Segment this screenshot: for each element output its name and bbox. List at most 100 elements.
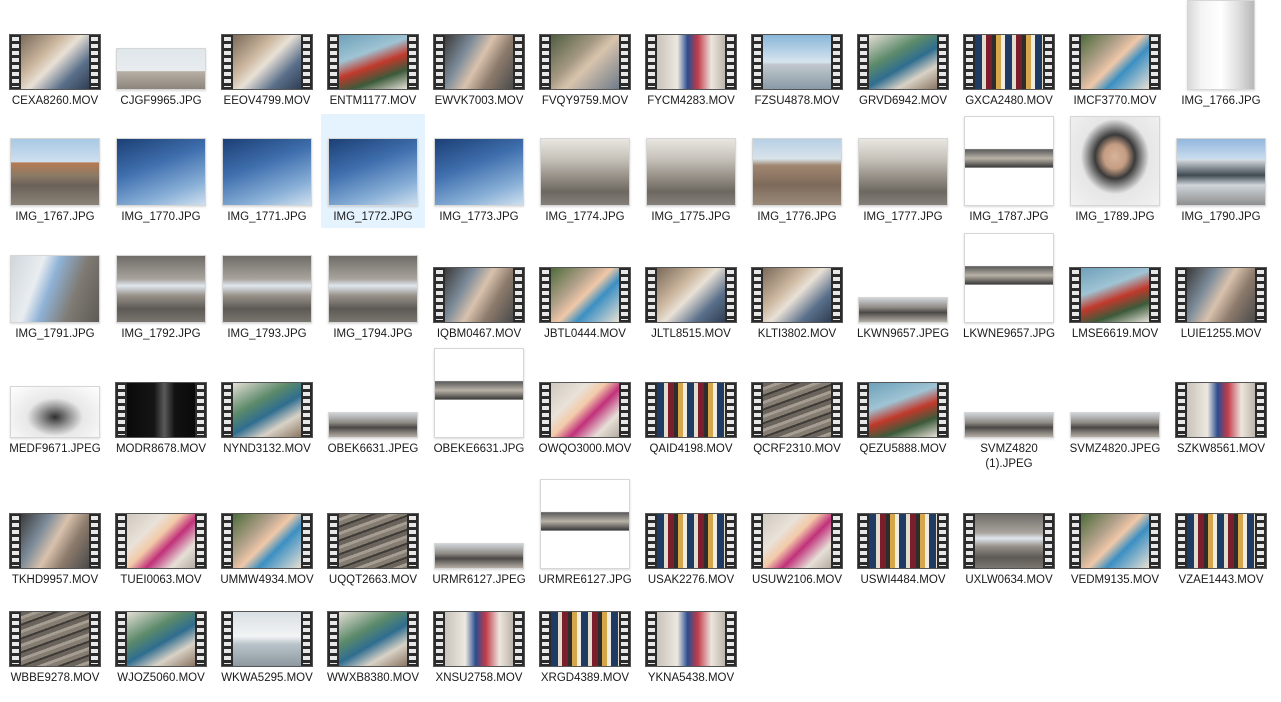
file-item-ummw4934-mov[interactable]: UMMW4934.MOV: [215, 478, 319, 602]
file-item-modr8678-mov[interactable]: MODR8678.MOV: [109, 347, 213, 472]
thumbnail-image: [869, 35, 937, 89]
file-item-img-1793-jpg[interactable]: IMG_1793.JPG: [215, 231, 319, 345]
file-item-img-1771-jpg[interactable]: IMG_1771.JPG: [215, 114, 319, 228]
file-item-medf9671-jpeg[interactable]: MEDF9671.JPEG: [3, 347, 107, 472]
file-item-img-1773-jpg[interactable]: IMG_1773.JPG: [427, 114, 531, 228]
video-thumbnail-icon: [327, 611, 419, 667]
file-item-tkhd9957-mov[interactable]: TKHD9957.MOV: [3, 478, 107, 602]
thumbnail-area: [851, 478, 955, 569]
file-item-ykna5438-mov[interactable]: YKNA5438.MOV: [639, 604, 743, 690]
file-item-cexa8260-mov[interactable]: CEXA8260.MOV: [3, 0, 107, 112]
image-thumbnail-icon: [116, 255, 206, 323]
file-item-img-1794-jpg[interactable]: IMG_1794.JPG: [321, 231, 425, 345]
file-item-jbtl0444-mov[interactable]: JBTL0444.MOV: [533, 231, 637, 345]
file-item-wkwa5295-mov[interactable]: WKWA5295.MOV: [215, 604, 319, 690]
file-item-vzae1443-mov[interactable]: VZAE1443.MOV: [1169, 478, 1273, 602]
file-item-ewvk7003-mov[interactable]: EWVK7003.MOV: [427, 0, 531, 112]
file-name-label: VEDM9135.MOV: [1070, 574, 1160, 586]
file-item-eeov4799-mov[interactable]: EEOV4799.MOV: [215, 0, 319, 112]
file-item-owqo3000-mov[interactable]: OWQO3000.MOV: [533, 347, 637, 472]
thumbnail-image: [435, 139, 523, 205]
image-thumbnail-icon: [1187, 0, 1255, 90]
file-item-klti3802-mov[interactable]: KLTI3802.MOV: [745, 231, 849, 345]
file-item-qcrf2310-mov[interactable]: QCRF2310.MOV: [745, 347, 849, 472]
thumbnail-image: [1081, 35, 1149, 89]
file-item-img-1777-jpg[interactable]: IMG_1777.JPG: [851, 114, 955, 228]
video-thumbnail-icon: [857, 382, 949, 438]
file-item-usak2276-mov[interactable]: USAK2276.MOV: [639, 478, 743, 602]
file-item-grvd6942-mov[interactable]: GRVD6942.MOV: [851, 0, 955, 112]
video-thumbnail-icon: [115, 382, 207, 438]
file-item-uxlw0634-mov[interactable]: UXLW0634.MOV: [957, 478, 1061, 602]
thumbnail-image: [657, 514, 725, 568]
file-item-img-1776-jpg[interactable]: IMG_1776.JPG: [745, 114, 849, 228]
file-name-label: IMG_1790.JPG: [1181, 211, 1261, 223]
file-item-usuw2106-mov[interactable]: USUW2106.MOV: [745, 478, 849, 602]
image-thumbnail-icon: [964, 412, 1054, 438]
file-item-img-1772-jpg[interactable]: IMG_1772.JPG: [321, 114, 425, 228]
video-thumbnail-icon: [327, 34, 419, 90]
file-item-img-1775-jpg[interactable]: IMG_1775.JPG: [639, 114, 743, 228]
thumbnail-area: [1169, 114, 1273, 206]
image-thumbnail-icon: [328, 138, 418, 206]
file-item-xrgd4389-mov[interactable]: XRGD4389.MOV: [533, 604, 637, 690]
file-item-img-1791-jpg[interactable]: IMG_1791.JPG: [3, 231, 107, 345]
file-item-fzsu4878-mov[interactable]: FZSU4878.MOV: [745, 0, 849, 112]
file-item-vedm9135-mov[interactable]: VEDM9135.MOV: [1063, 478, 1167, 602]
thumbnail-image: [435, 544, 523, 568]
file-item-szkw8561-mov[interactable]: SZKW8561.MOV: [1169, 347, 1273, 472]
thumbnail-area: [745, 478, 849, 569]
file-item-uqqt2663-mov[interactable]: UQQT2663.MOV: [321, 478, 425, 602]
file-item-lmse6619-mov[interactable]: LMSE6619.MOV: [1063, 231, 1167, 345]
file-item-svmz4820-1-jpeg[interactable]: SVMZ4820 (1).JPEG: [957, 347, 1061, 472]
file-name-label: OBEKE6631.JPG: [433, 443, 525, 455]
file-item-img-1767-jpg[interactable]: IMG_1767.JPG: [3, 114, 107, 228]
file-item-imcf3770-mov[interactable]: IMCF3770.MOV: [1063, 0, 1167, 112]
thumbnail-area: [639, 231, 743, 323]
file-item-obeke6631-jpg[interactable]: OBEKE6631.JPG: [427, 347, 531, 472]
file-item-img-1787-jpg[interactable]: IMG_1787.JPG: [957, 114, 1061, 228]
file-item-jltl8515-mov[interactable]: JLTL8515.MOV: [639, 231, 743, 345]
file-item-wwxb8380-mov[interactable]: WWXB8380.MOV: [321, 604, 425, 690]
file-item-wjoz5060-mov[interactable]: WJOZ5060.MOV: [109, 604, 213, 690]
file-item-img-1770-jpg[interactable]: IMG_1770.JPG: [109, 114, 213, 228]
file-grid: CEXA8260.MOV CJGF9965.JPG EEOV4799.MOV ENTM…: [0, 0, 1281, 702]
file-item-svmz4820-jpeg[interactable]: SVMZ4820.JPEG: [1063, 347, 1167, 472]
file-name-label: IMG_1775.JPG: [651, 211, 731, 223]
thumbnail-image: [329, 413, 417, 437]
file-item-tuei0063-mov[interactable]: TUEI0063.MOV: [109, 478, 213, 602]
file-item-nynd3132-mov[interactable]: NYND3132.MOV: [215, 347, 319, 472]
file-item-iqbm0467-mov[interactable]: IQBM0467.MOV: [427, 231, 531, 345]
file-item-urmre6127-jpg[interactable]: URMRE6127.JPG: [533, 478, 637, 602]
file-item-lkwne9657-jpg[interactable]: LKWNE9657.JPG: [957, 231, 1061, 345]
thumbnail-area: [1063, 0, 1167, 90]
file-item-fvqy9759-mov[interactable]: FVQY9759.MOV: [533, 0, 637, 112]
file-item-xnsu2758-mov[interactable]: XNSU2758.MOV: [427, 604, 531, 690]
video-thumbnail-icon: [963, 34, 1055, 90]
file-item-wbbe9278-mov[interactable]: WBBE9278.MOV: [3, 604, 107, 690]
file-item-img-1774-jpg[interactable]: IMG_1774.JPG: [533, 114, 637, 228]
file-item-entm1177-mov[interactable]: ENTM1177.MOV: [321, 0, 425, 112]
file-item-urmr6127-jpeg[interactable]: URMR6127.JPEG: [427, 478, 531, 602]
file-item-lkwn9657-jpeg[interactable]: LKWN9657.JPEG: [851, 231, 955, 345]
file-item-obek6631-jpeg[interactable]: OBEK6631.JPEG: [321, 347, 425, 472]
file-item-img-1789-jpg[interactable]: IMG_1789.JPG: [1063, 114, 1167, 228]
file-name-label: IMG_1770.JPG: [121, 211, 201, 223]
file-item-cjgf9965-jpg[interactable]: CJGF9965.JPG: [109, 0, 213, 112]
video-thumbnail-icon: [9, 34, 101, 90]
file-item-uswi4484-mov[interactable]: USWI4484.MOV: [851, 478, 955, 602]
file-name-label: XNSU2758.MOV: [435, 672, 523, 684]
video-thumbnail-icon: [539, 267, 631, 323]
file-name-label: JLTL8515.MOV: [651, 328, 731, 340]
file-item-img-1790-jpg[interactable]: IMG_1790.JPG: [1169, 114, 1273, 228]
file-item-img-1792-jpg[interactable]: IMG_1792.JPG: [109, 231, 213, 345]
file-item-qaid4198-mov[interactable]: QAID4198.MOV: [639, 347, 743, 472]
file-item-img-1766-jpg[interactable]: IMG_1766.JPG: [1169, 0, 1273, 112]
file-item-qezu5888-mov[interactable]: QEZU5888.MOV: [851, 347, 955, 472]
file-item-gxca2480-mov[interactable]: GXCA2480.MOV: [957, 0, 1061, 112]
file-item-luie1255-mov[interactable]: LUIE1255.MOV: [1169, 231, 1273, 345]
file-name-label: FYCM4283.MOV: [647, 95, 735, 107]
thumbnail-image: [1187, 514, 1255, 568]
thumbnail-image: [21, 35, 89, 89]
file-item-fycm4283-mov[interactable]: FYCM4283.MOV: [639, 0, 743, 112]
